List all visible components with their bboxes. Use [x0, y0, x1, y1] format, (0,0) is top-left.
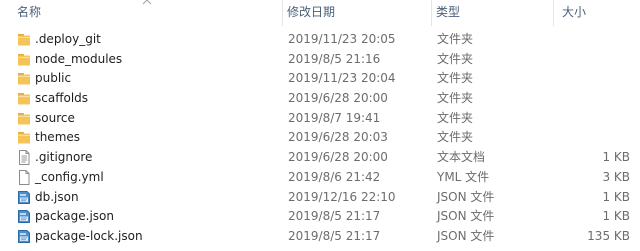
file-name: _config.yml — [35, 169, 104, 184]
file-type: JSON 文件 — [437, 209, 495, 224]
file-row[interactable]: scaffolds 2019/6/28 20:00 文件夹 — [0, 89, 640, 109]
file-row[interactable]: node_modules 2019/8/5 21:16 文件夹 — [0, 50, 640, 70]
file-date-modified: 2019/8/7 19:41 — [288, 110, 381, 125]
file-date-modified: 2019/8/5 21:17 — [288, 209, 381, 224]
file-date-modified: 2019/8/5 21:16 — [288, 51, 381, 66]
file-row[interactable]: themes 2019/6/28 20:03 文件夹 — [0, 128, 640, 148]
file-name: .gitignore — [35, 150, 93, 165]
file-size: 1 KB — [602, 150, 630, 165]
column-header-type[interactable]: 类型 — [436, 0, 550, 26]
file-type: 文件夹 — [437, 71, 474, 86]
file-name: scaffolds — [35, 91, 89, 106]
folder-icon — [17, 91, 31, 106]
file-row[interactable]: _config.yml 2019/8/6 21:42 YML 文件 3 KB — [0, 168, 640, 188]
file-type: 文件夹 — [437, 51, 474, 66]
file-name: public — [35, 71, 72, 86]
blank-file-icon — [17, 169, 31, 185]
file-explorer-list: 名称 修改日期 类型 大小 .deploy_git 2019/11/23 20:0… — [0, 0, 640, 251]
file-type: YML 文件 — [437, 169, 490, 184]
file-name: package-lock.json — [35, 228, 143, 243]
text-document-icon — [17, 150, 31, 166]
file-row[interactable]: public 2019/11/23 20:04 文件夹 — [0, 69, 640, 89]
file-name: db.json — [35, 189, 79, 204]
file-list: .deploy_git 2019/11/23 20:05 文件夹 node_modu… — [0, 30, 640, 247]
column-header-date-modified[interactable]: 修改日期 — [287, 0, 431, 26]
file-type: 文件夹 — [437, 91, 474, 106]
folder-icon — [17, 32, 31, 47]
file-row[interactable]: .gitignore 2019/6/28 20:00 文本文档 1 KB — [0, 148, 640, 168]
folder-icon — [17, 71, 31, 86]
file-name: source — [35, 110, 75, 125]
file-name: node_modules — [35, 51, 123, 66]
json-file-icon — [17, 190, 31, 205]
file-row[interactable]: db.json 2019/12/16 22:10 JSON 文件 1 KB — [0, 188, 640, 208]
file-date-modified: 2019/6/28 20:00 — [288, 150, 388, 165]
json-file-icon — [17, 209, 31, 224]
file-row[interactable]: source 2019/8/7 19:41 文件夹 — [0, 109, 640, 129]
file-row[interactable]: package-lock.json 2019/8/5 21:17 JSON 文件 13… — [0, 227, 640, 247]
file-type: JSON 文件 — [437, 189, 495, 204]
json-file-icon — [17, 229, 31, 244]
file-date-modified: 2019/8/6 21:42 — [288, 169, 381, 184]
column-divider[interactable] — [282, 0, 283, 26]
file-name: themes — [35, 130, 81, 145]
file-name: package.json — [35, 209, 115, 224]
file-row[interactable]: .deploy_git 2019/11/23 20:05 文件夹 — [0, 30, 640, 50]
column-divider[interactable] — [431, 0, 432, 26]
file-size: 135 KB — [587, 228, 630, 243]
file-date-modified: 2019/11/23 20:04 — [288, 71, 396, 86]
file-type: 文本文档 — [437, 150, 486, 165]
file-name: .deploy_git — [35, 32, 101, 46]
folder-icon — [17, 111, 31, 126]
file-date-modified: 2019/8/5 21:17 — [288, 228, 381, 243]
file-date-modified: 2019/6/28 20:00 — [288, 91, 388, 106]
file-type: 文件夹 — [437, 110, 474, 125]
file-date-modified: 2019/11/23 20:05 — [288, 32, 396, 46]
file-type: JSON 文件 — [437, 228, 495, 243]
file-date-modified: 2019/12/16 22:10 — [288, 189, 396, 204]
file-size: 3 KB — [602, 169, 630, 184]
file-date-modified: 2019/6/28 20:03 — [288, 130, 388, 145]
folder-icon — [17, 52, 31, 67]
column-header-name[interactable]: 名称 — [17, 0, 283, 26]
file-size: 1 KB — [602, 209, 630, 224]
file-row[interactable]: package.json 2019/8/5 21:17 JSON 文件 1 KB — [0, 207, 640, 227]
file-type: 文件夹 — [437, 32, 474, 46]
column-header-bar: 名称 修改日期 类型 大小 — [0, 0, 640, 26]
column-divider[interactable] — [553, 0, 554, 26]
file-size: 1 KB — [602, 189, 630, 204]
column-header-size[interactable]: 大小 — [562, 0, 640, 26]
folder-icon — [17, 130, 31, 145]
file-type: 文件夹 — [437, 130, 474, 145]
